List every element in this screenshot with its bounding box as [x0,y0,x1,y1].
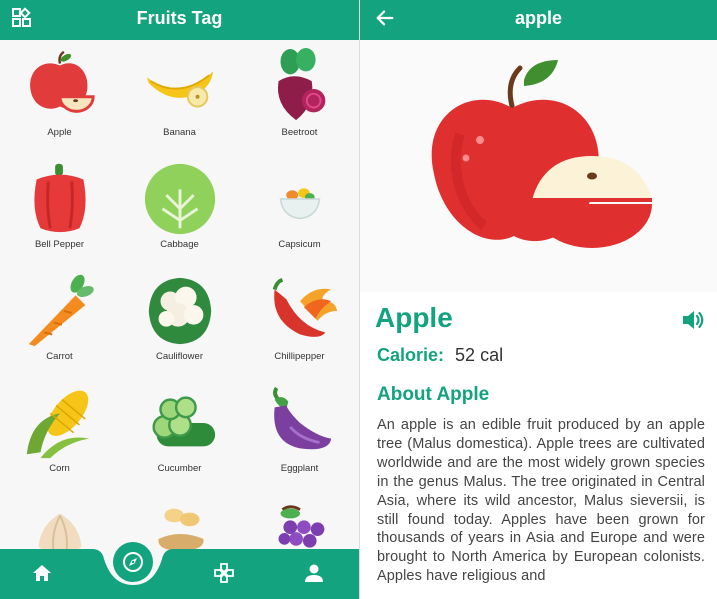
bottom-navigation [0,549,359,599]
corn-icon [26,390,90,459]
apple-illustration [431,60,652,248]
about-heading: About Apple [377,384,490,405]
person-icon[interactable] [302,561,326,585]
banana-icon [146,71,214,108]
chilli-pepper-icon [272,277,338,337]
grid-item-label: Eggplant [280,463,319,474]
bell-pepper-icon [34,163,86,233]
fruit-list-screen: Fruits Tag Apple Banana Beetroot Bell Pe… [0,0,359,599]
grid-item-label: Bell Pepper [34,239,85,250]
grid-item-label: Banana [163,127,196,138]
grid-item-chillipepper[interactable]: Chillipepper [240,264,359,376]
cabbage-icon [144,163,216,235]
grid-item-label: Cucumber [157,463,202,474]
grid-item-label: Cauliflower [156,351,203,362]
grid-item-bell-pepper[interactable]: Bell Pepper [0,152,119,264]
grid-item-carrot[interactable]: Carrot [0,264,119,376]
apple-icon [30,50,95,113]
grid-item-label: Capsicum [278,239,321,250]
fruit-grid: Apple Banana Beetroot Bell Pepper Cabbag… [0,40,359,560]
home-icon[interactable] [30,561,54,585]
speaker-icon[interactable] [681,309,705,331]
cauliflower-icon [148,277,212,345]
cucumber-icon [152,396,216,447]
gamepad-icon[interactable] [212,561,236,585]
beetroot-icon [277,48,326,121]
eggplant-icon [273,386,332,450]
detail-app-bar: apple [360,0,717,40]
grid-item-capsicum[interactable]: Capsicum [240,152,359,264]
grid-item-label: Carrot [46,351,73,362]
calorie-row: Calorie: 52 cal [377,345,503,366]
grid-item-label: Apple [47,127,72,138]
grid-item-cauliflower[interactable]: Cauliflower [120,264,239,376]
app-bar: Fruits Tag [0,0,359,40]
detail-title: apple [514,8,562,28]
grid-item-cabbage[interactable]: Cabbage [120,152,239,264]
grid-item-banana[interactable]: Banana [120,40,239,152]
explore-fab[interactable] [113,542,153,582]
grid-item-eggplant[interactable]: Eggplant [240,376,359,488]
fruit-image [360,40,717,292]
app-title: Fruits Tag [136,8,223,28]
about-description: An apple is an edible fruit produced by … [377,417,705,585]
grid-item-cucumber[interactable]: Cucumber [120,376,239,488]
calorie-value: 52 cal [455,345,504,365]
carrot-icon [28,274,94,347]
grid-item-apple[interactable]: Apple [0,40,119,152]
capsicum-icon [279,188,321,220]
grid-item-label: Chillipepper [274,351,325,362]
fruit-detail-screen: apple Apple Calorie: 52 cal About Apple … [360,0,717,599]
grid-item-corn[interactable]: Corn [0,376,119,488]
grid-item-label: Beetroot [281,127,318,138]
calorie-label: Calorie: [377,345,445,365]
fruit-name: Apple [375,302,453,333]
grid-item-label: Corn [49,463,70,474]
grid-item-beetroot[interactable]: Beetroot [240,40,359,152]
compass-icon [123,552,143,572]
grid-item-label: Cabbage [160,239,199,250]
